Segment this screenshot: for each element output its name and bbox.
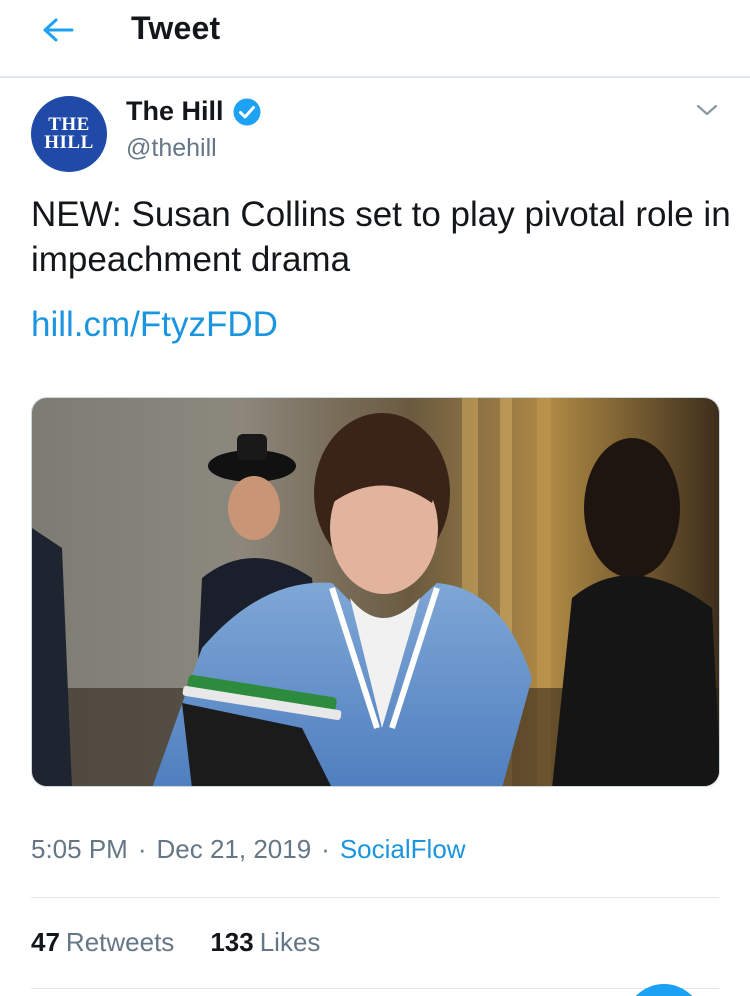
retweets-count: 47 [31,927,60,957]
avatar[interactable]: THE HILL [31,96,107,172]
page-title: Tweet [131,10,221,46]
photo-illustration [32,398,719,786]
tweet-options-button[interactable] [690,96,724,124]
top-bar: Tweet [0,0,750,78]
divider [31,988,719,989]
compose-tweet-button[interactable] [625,984,703,996]
tweet-metadata: 5:05 PM · Dec 21, 2019 · SocialFlow [31,834,466,865]
chevron-down-icon [696,104,718,116]
tweet-source-link[interactable]: SocialFlow [340,834,466,865]
tweet-time: 5:05 PM [31,834,128,864]
arrow-left-icon [43,18,74,42]
likes-count: 133 [210,927,254,957]
tweet-text: NEW: Susan Collins set to play pivotal r… [31,195,731,279]
separator-dot: · [137,834,147,864]
back-button[interactable] [34,10,82,50]
verified-badge-icon [233,98,261,125]
likes-label: Likes [259,927,321,957]
tweet-date: Dec 21, 2019 [156,834,312,864]
separator-dot: · [321,834,330,864]
divider [31,897,719,898]
tweet-link[interactable]: hill.cm/FtyzFDD [31,302,278,347]
author-handle[interactable]: @thehill [126,134,217,163]
author-name-row[interactable]: The Hill [126,96,262,127]
likes-stat[interactable]: 133 Likes [210,927,320,958]
retweets-stat[interactable]: 47 Retweets [31,927,174,958]
retweets-label: Retweets [65,927,175,957]
author-display-name[interactable]: The Hill [126,96,224,127]
avatar-text-line-2: HILL [44,132,94,153]
tweet-photo[interactable] [31,397,720,787]
tweet-stats: 47 Retweets 133 Likes [31,927,320,958]
